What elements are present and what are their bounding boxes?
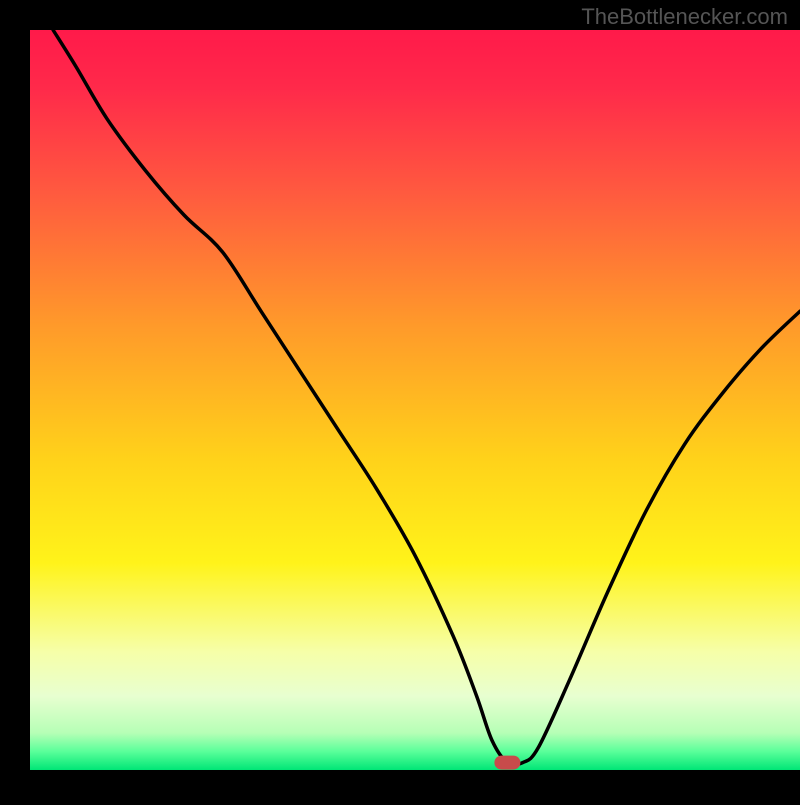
watermark-label: TheBottlenecker.com bbox=[581, 4, 788, 30]
chart-svg bbox=[0, 0, 800, 800]
gradient-plot-area bbox=[30, 30, 800, 770]
optimal-marker bbox=[494, 756, 520, 770]
bottleneck-chart: TheBottlenecker.com bbox=[0, 0, 800, 800]
